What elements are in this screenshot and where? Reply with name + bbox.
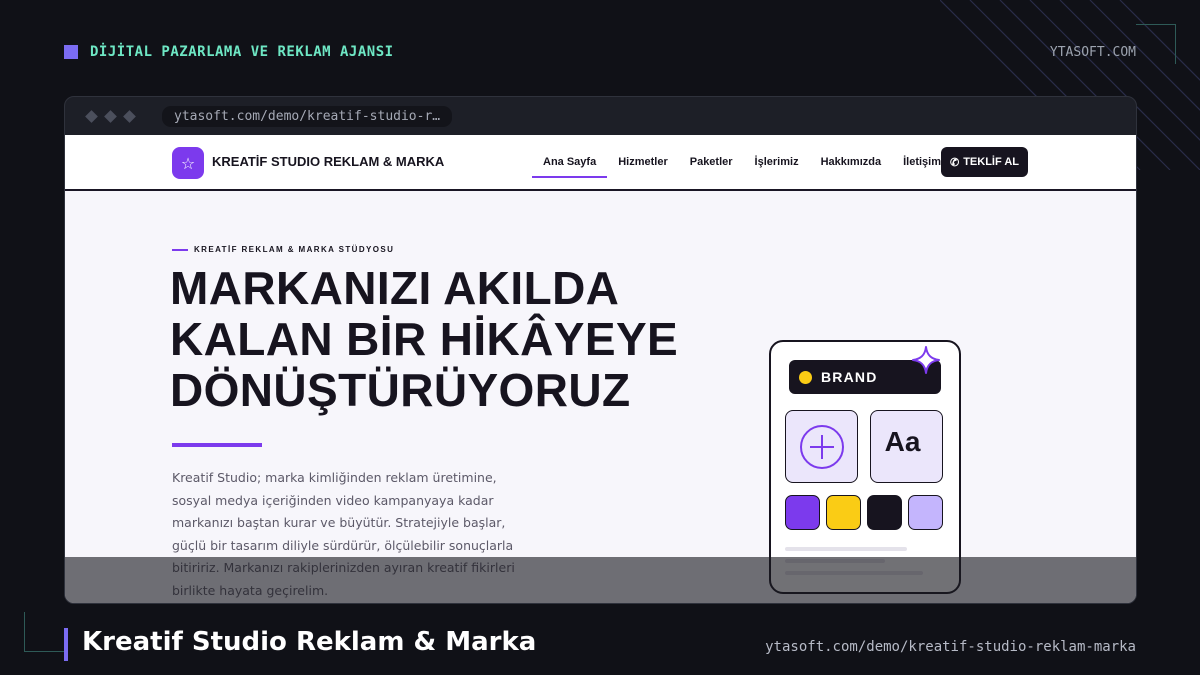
get-quote-label: TEKLİF AL — [963, 156, 1020, 168]
plus-circle-icon — [799, 424, 844, 469]
site-header: ☆ KREATİF STUDIO REKLAM & MARKA Ana Sayf… — [65, 135, 1136, 191]
site-logo-text[interactable]: KREATİF STUDIO REKLAM & MARKA — [212, 154, 444, 169]
page-viewport: ☆ KREATİF STUDIO REKLAM & MARKA Ana Sayf… — [65, 135, 1136, 603]
window-dot-icon — [123, 109, 136, 123]
nav-packages[interactable]: Paketler — [679, 135, 744, 189]
typography-sample: Aa — [884, 425, 921, 457]
color-swatch-purple — [785, 495, 820, 530]
phone-icon: ✆ — [949, 156, 960, 169]
eyebrow-line — [172, 248, 188, 251]
browser-toolbar: ytasoft.com/demo/kreatif-studio-r… — [65, 97, 1136, 135]
address-bar[interactable]: ytasoft.com/demo/kreatif-studio-r… — [162, 105, 453, 127]
browser-window: ytasoft.com/demo/kreatif-studio-r… ☆ KRE… — [64, 96, 1137, 604]
brand-label: BRAND — [821, 369, 878, 385]
star-logo-icon[interactable]: ☆ — [172, 147, 204, 179]
color-swatch-lavender — [908, 495, 943, 530]
brand-card-illustration: BRAND Aa — [769, 340, 961, 594]
eyebrow-text: KREATİF REKLAM & MARKA STÜDYOSU — [194, 245, 395, 254]
corner-bracket-top-right — [1136, 24, 1176, 64]
top-domain: YTASOFT.COM — [1049, 45, 1136, 60]
nav-home[interactable]: Ana Sayfa — [532, 135, 608, 189]
nav-works[interactable]: İşlerimiz — [744, 135, 810, 189]
window-dot-icon — [104, 109, 117, 123]
hero-title-line: KALAN BİR HİKÂYEYE — [170, 313, 679, 365]
project-url[interactable]: ytasoft.com/demo/kreatif-studio-reklam-m… — [765, 639, 1136, 655]
title-accent-bar — [64, 628, 68, 661]
placeholder-line — [785, 547, 907, 551]
dark-fade-overlay — [65, 557, 1136, 603]
main-nav: Ana Sayfa Hizmetler Paketler İşlerimiz H… — [532, 135, 952, 189]
typography-tile: Aa — [870, 410, 943, 483]
nav-services[interactable]: Hizmetler — [607, 135, 679, 189]
get-quote-button[interactable]: ✆ TEKLİF AL — [941, 147, 1028, 177]
category-tag: DİJİTAL PAZARLAMA VE REKLAM AJANSI — [64, 44, 394, 60]
project-title: Kreatif Studio Reklam & Marka — [82, 627, 537, 657]
hero-title-line: DÖNÜŞTÜRÜYORUZ — [170, 364, 631, 416]
tag-square-icon — [64, 45, 78, 59]
category-tag-label: DİJİTAL PAZARLAMA VE REKLAM AJANSI — [90, 44, 394, 60]
hero-title-line: MARKANIZI AKILDA — [170, 262, 620, 314]
hero-title: MARKANIZI AKILDA KALAN BİR HİKÂYEYE DÖNÜ… — [170, 263, 678, 416]
yellow-dot-icon — [799, 370, 812, 384]
add-tile — [785, 410, 858, 483]
corner-bracket-bottom-left — [24, 612, 64, 652]
window-dot-icon — [85, 109, 98, 123]
color-swatch-dark — [867, 495, 902, 530]
nav-about[interactable]: Hakkımızda — [810, 135, 893, 189]
hero-eyebrow: KREATİF REKLAM & MARKA STÜDYOSU — [172, 245, 394, 254]
hero-accent-bar — [172, 443, 262, 447]
sparkle-icon — [912, 346, 940, 374]
color-swatch-yellow — [826, 495, 861, 530]
